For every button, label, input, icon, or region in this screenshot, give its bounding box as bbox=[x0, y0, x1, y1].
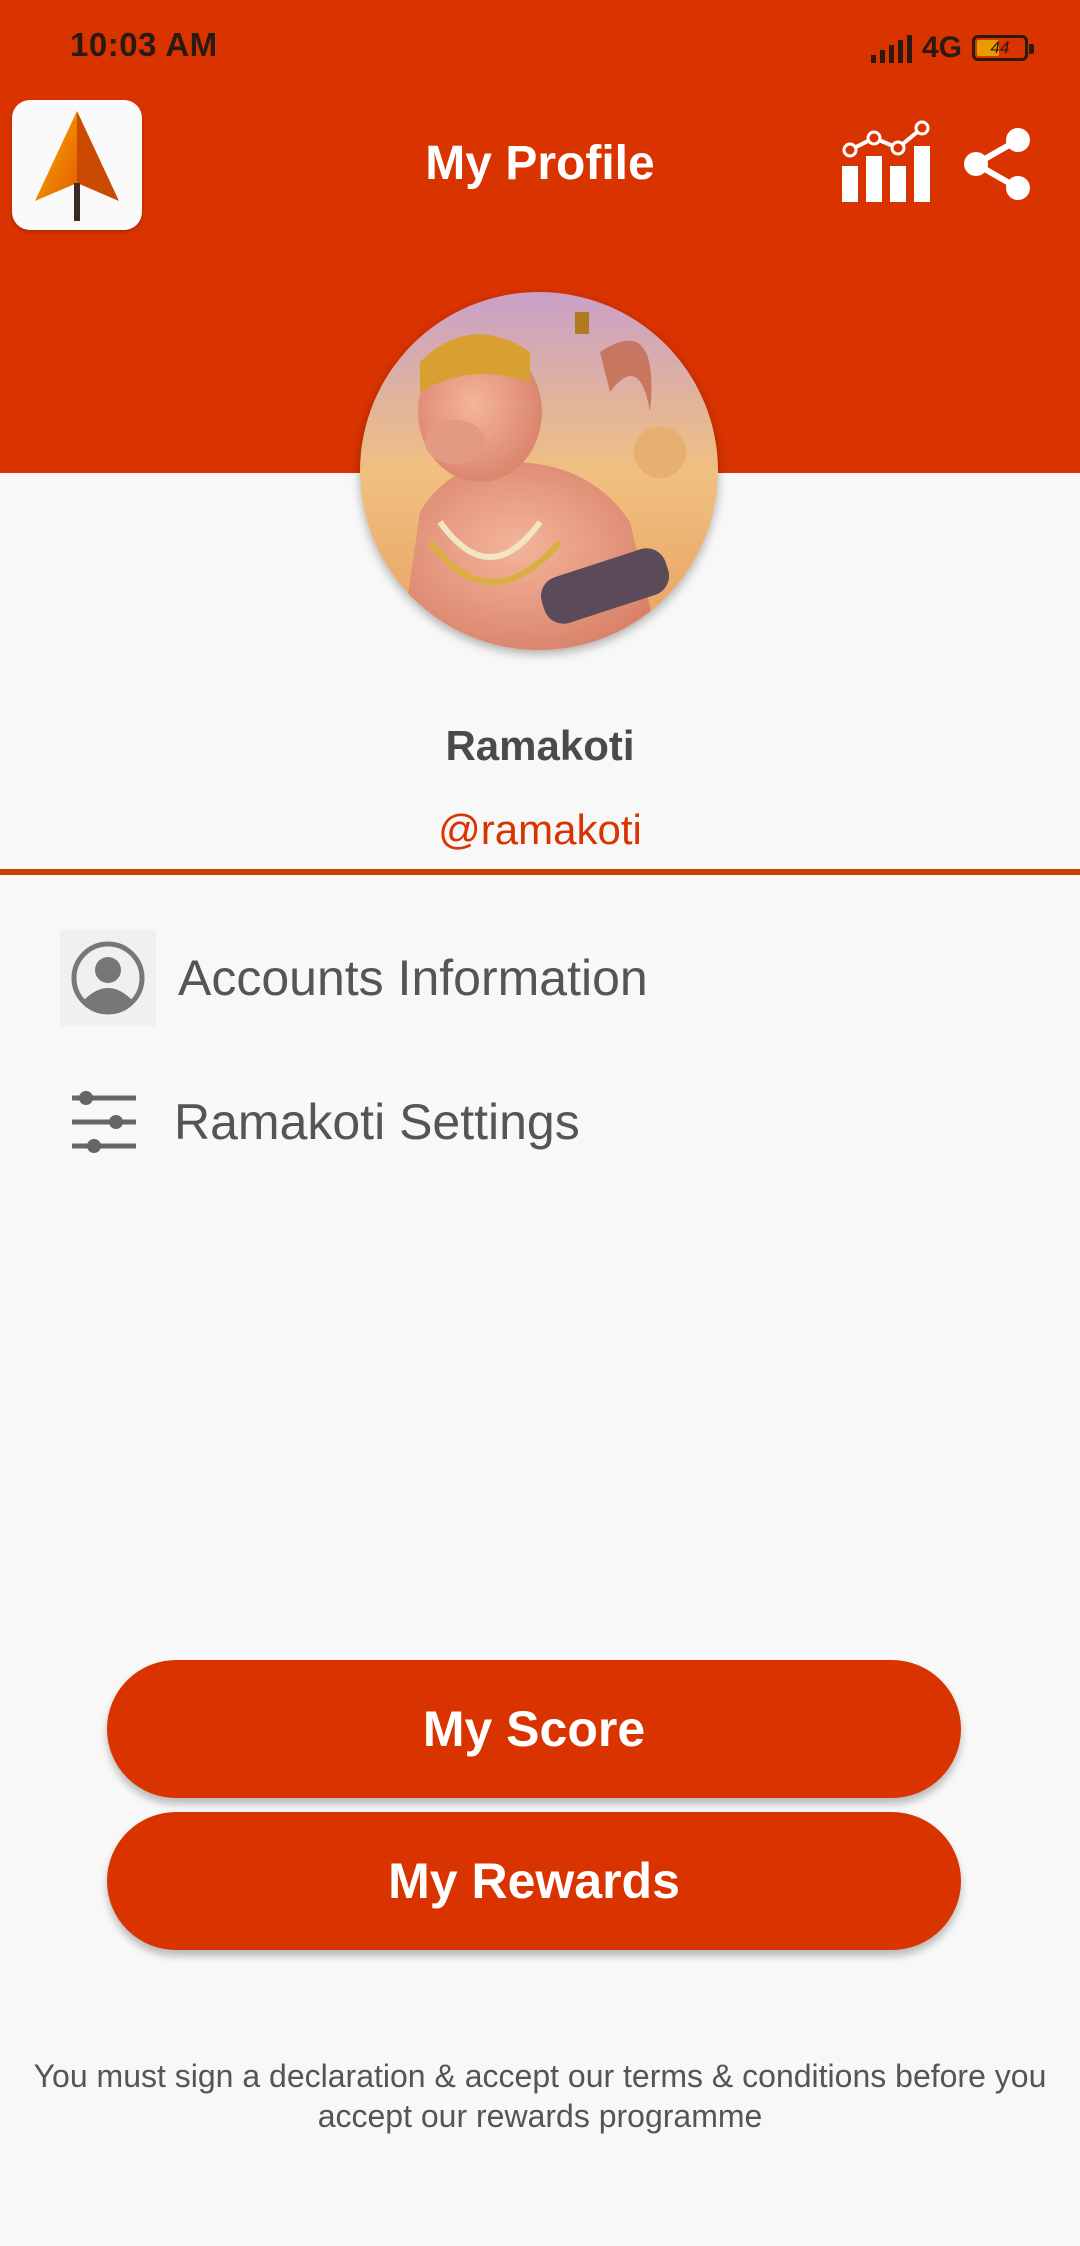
profile-divider bbox=[0, 869, 1080, 875]
my-rewards-button[interactable]: My Rewards bbox=[107, 1812, 961, 1950]
menu-item-accounts-information[interactable]: Accounts Information bbox=[0, 918, 1080, 1038]
stats-chart-icon[interactable] bbox=[838, 120, 934, 204]
user-circle-icon bbox=[60, 930, 156, 1026]
menu-item-label: Ramakoti Settings bbox=[174, 1094, 580, 1150]
profile-avatar[interactable] bbox=[360, 292, 718, 650]
status-time: 10:03 AM bbox=[70, 26, 218, 63]
network-label: 4G bbox=[921, 31, 962, 64]
hanuman-avatar-image bbox=[360, 292, 718, 650]
sliders-icon bbox=[56, 1074, 152, 1170]
menu-item-label: Accounts Information bbox=[178, 950, 648, 1006]
share-icon[interactable] bbox=[962, 126, 1034, 202]
menu-item-ramakoti-settings[interactable]: Ramakoti Settings bbox=[0, 1062, 1080, 1182]
signal-icon bbox=[870, 33, 912, 63]
profile-name: Ramakoti bbox=[445, 722, 635, 769]
status-bar: 10:03 AM 4G 44 bbox=[0, 0, 1080, 96]
battery-icon: 44 bbox=[972, 35, 1034, 61]
my-score-button[interactable]: My Score bbox=[107, 1660, 961, 1798]
profile-handle: @ramakoti bbox=[438, 806, 642, 853]
rewards-disclaimer: You must sign a declaration & accept our… bbox=[33, 2058, 1047, 2134]
status-indicators: 4G 44 bbox=[870, 28, 1034, 68]
battery-level: 44 bbox=[990, 38, 1010, 57]
